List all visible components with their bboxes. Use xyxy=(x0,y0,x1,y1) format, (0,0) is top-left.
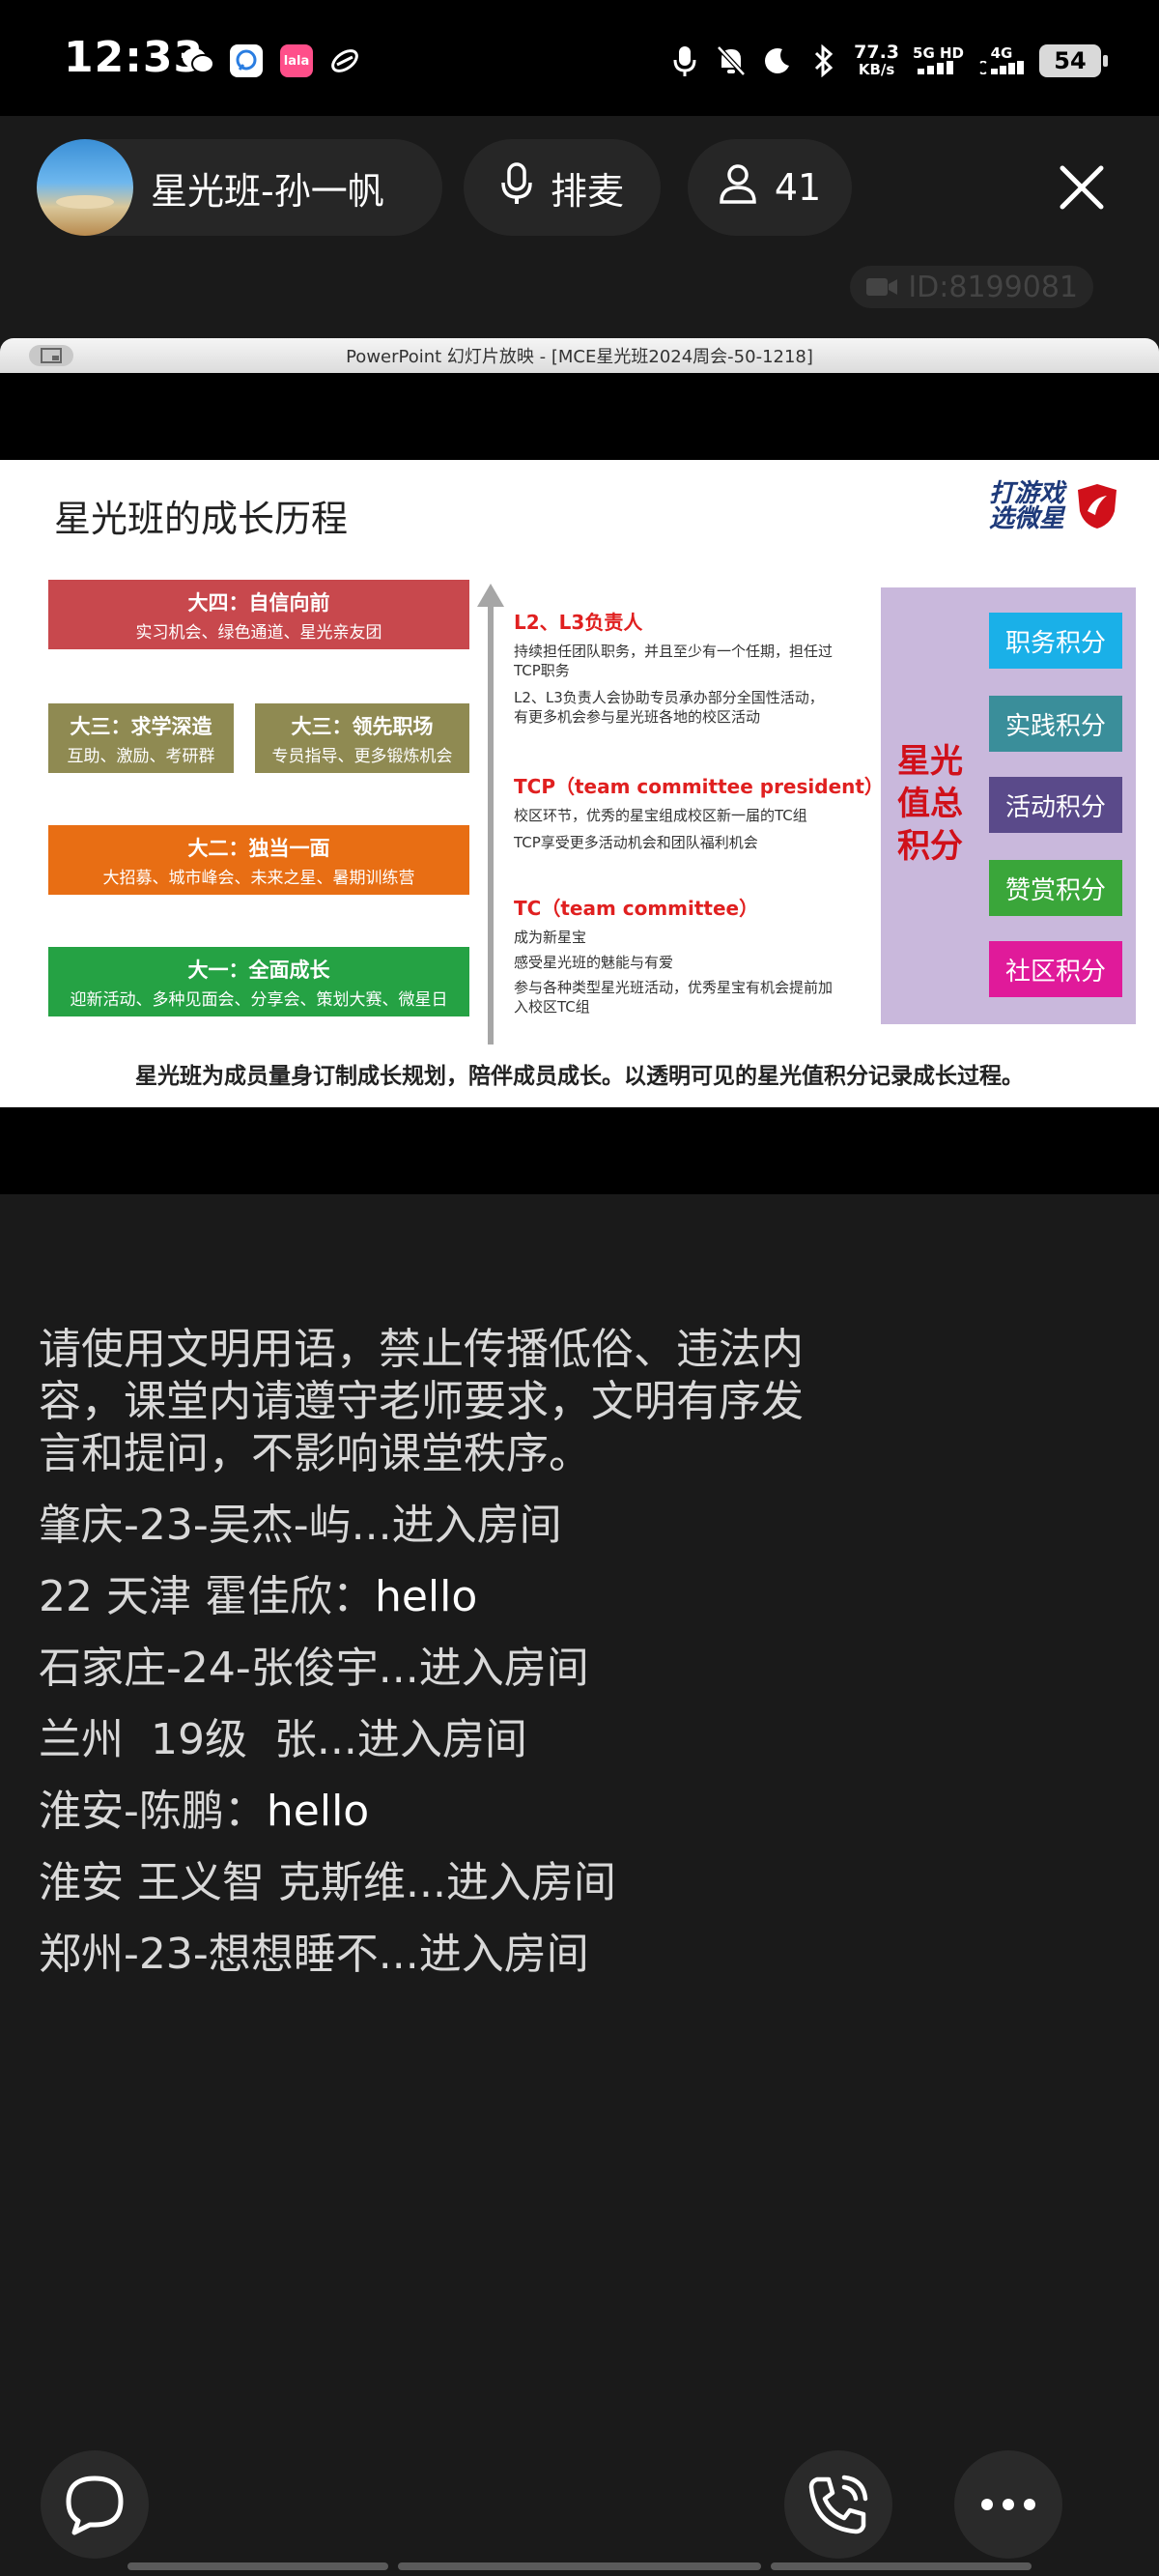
chat-message: 22 天津 霍佳欣：hello xyxy=(39,1572,478,1621)
comment-button[interactable] xyxy=(41,2450,149,2559)
ppt-window-title: PowerPoint 幻灯片放映 - [MCE星光班2024周会-50-1218… xyxy=(346,347,813,367)
ppt-title-bar: PowerPoint 幻灯片放映 - [MCE星光班2024周会-50-1218… xyxy=(0,338,1159,373)
queue-mic-button[interactable]: 排麦 xyxy=(464,139,661,236)
mic-status-icon xyxy=(668,44,701,77)
status-bar: 12:33 lala 77.3 KB/s 5G HD 4G 54 xyxy=(0,0,1159,116)
brand-logo: 打游戏 选微星 xyxy=(989,481,1118,531)
role-tcp-heading: TCP（team committee president） xyxy=(514,775,884,798)
role-l2l3-line1: 持续担任团队职务，并且至少有一个任期，担任过TCP职务 xyxy=(514,643,834,679)
score-community: 社区积分 xyxy=(989,941,1122,997)
brand-slogan: 打游戏 选微星 xyxy=(988,479,1064,533)
more-dots-icon xyxy=(981,2499,1035,2510)
growth-arrow xyxy=(488,595,494,1045)
host-info[interactable]: 星光班-孙一帆 xyxy=(37,139,442,236)
mute-bell-icon xyxy=(715,44,748,77)
score-activity: 活动积分 xyxy=(989,777,1122,833)
chat-message: 肇庆-23-吴杰-屿...进入房间 xyxy=(39,1501,562,1550)
home-indicator[interactable] xyxy=(398,2562,761,2570)
stage-freshman: 大一：全面成长 迎新活动、多种见面会、分享会、策划大赛、微星日 xyxy=(48,947,469,1016)
role-l2l3-heading: L2、L3负责人 xyxy=(514,611,643,634)
microphone-icon xyxy=(500,161,533,215)
chat-list[interactable]: 请使用文明用语，禁止传播低俗、违法内容，课堂内请遵守老师要求，文明有序发言和提问… xyxy=(39,1324,1004,1981)
close-icon xyxy=(1060,165,1104,210)
battery-indicator: 54 xyxy=(1039,44,1108,77)
role-tcp-line2: TCP享受更多活动机会和团队福利机会 xyxy=(514,834,758,851)
slide-title: 星光班的成长历程 xyxy=(54,498,349,540)
stage-junior-study: 大三：求学深造 互助、激励、考研群 xyxy=(48,703,234,773)
signal-sim2: 4G xyxy=(977,45,1026,77)
viewer-count-button[interactable]: 41 xyxy=(688,139,852,236)
star-points-label: 星光值总积分 xyxy=(897,742,963,866)
close-button[interactable] xyxy=(1053,158,1111,216)
scroll-indicator xyxy=(771,2562,1032,2570)
queue-mic-label: 排麦 xyxy=(550,169,624,213)
window-icon[interactable] xyxy=(29,345,73,366)
link-app-icon xyxy=(328,44,361,77)
status-right: 77.3 KB/s 5G HD 4G 54 xyxy=(668,39,1108,83)
role-tc-line2: 感受星光班的魅能与有爱 xyxy=(514,954,674,971)
letterbox-bottom xyxy=(0,1107,1159,1194)
user-icon xyxy=(719,163,757,213)
score-appreciation: 赞赏积分 xyxy=(989,860,1122,916)
chat-app-icon xyxy=(230,44,263,77)
live-room-header: 星光班-孙一帆 排麦 41 ID:8199081 xyxy=(0,116,1159,338)
chat-message: 淮安-陈鹏：hello xyxy=(39,1787,370,1836)
host-name: 星光班-孙一帆 xyxy=(151,169,384,213)
more-button[interactable] xyxy=(954,2450,1062,2559)
call-button[interactable] xyxy=(784,2450,892,2559)
score-duty: 职务积分 xyxy=(989,613,1122,669)
viewer-count: 41 xyxy=(774,166,822,209)
stage-sophomore: 大二：独当一面 大招募、城市峰会、未来之星、暑期训练营 xyxy=(48,825,469,895)
slide: 星光班的成长历程 打游戏 选微星 大四：自信向前 实习机会、绿色通道、星光亲友团 大… xyxy=(0,460,1159,1107)
chat-message: 淮安 王义智 克斯维...进入房间 xyxy=(39,1858,616,1907)
net-speed: 77.3 KB/s xyxy=(854,42,900,79)
wechat-icon xyxy=(182,44,214,77)
letterbox-top xyxy=(0,373,1159,460)
bluetooth-icon xyxy=(807,44,840,77)
chat-message: 石家庄-24-张俊宇...进入房间 xyxy=(39,1644,589,1693)
slide-footer: 星光班为成员量身订制成长规划，陪伴成员成长。以透明可见的星光值积分记录成长过程。 xyxy=(135,1064,1024,1089)
lala-app-icon: lala xyxy=(280,44,313,77)
role-tcp-line1: 校区环节，优秀的星宝组成校区新一届的TC组 xyxy=(514,807,807,824)
score-practice: 实践积分 xyxy=(989,696,1122,752)
room-id: ID:8199081 xyxy=(908,270,1078,304)
room-notice: 请使用文明用语，禁止传播低俗、违法内容，课堂内请遵守老师要求，文明有序发言和提问… xyxy=(39,1325,804,1478)
chat-bubble-icon xyxy=(66,2476,124,2535)
stage-junior-career: 大三：领先职场 专员指导、更多锻炼机会 xyxy=(255,703,469,773)
msi-shield-icon xyxy=(1078,484,1117,529)
scroll-indicator xyxy=(127,2562,388,2570)
chat-message: 兰州 19级 张...进入房间 xyxy=(39,1715,527,1764)
role-l2l3-line2: L2、L3负责人会协助专员承办部分全国性活动，有更多机会参与星光班各地的校区活动 xyxy=(514,689,824,726)
signal-sim1: 5G HD xyxy=(913,45,964,77)
stage-senior: 大四：自信向前 实习机会、绿色通道、星光亲友团 xyxy=(48,580,469,649)
role-tc-line1: 成为新星宝 xyxy=(514,929,587,946)
chat-message: 郑州-23-想想睡不...进入房间 xyxy=(39,1930,589,1979)
role-tc-line3: 参与各种类型星光班活动，优秀星宝有机会提前加入校区TC组 xyxy=(514,979,834,1016)
room-id-badge: ID:8199081 xyxy=(850,266,1093,308)
avatar[interactable] xyxy=(37,139,133,236)
phone-icon xyxy=(808,2475,868,2534)
video-camera-icon xyxy=(866,278,898,296)
role-tc-heading: TC（team committee） xyxy=(514,897,759,920)
dnd-moon-icon xyxy=(761,44,794,77)
